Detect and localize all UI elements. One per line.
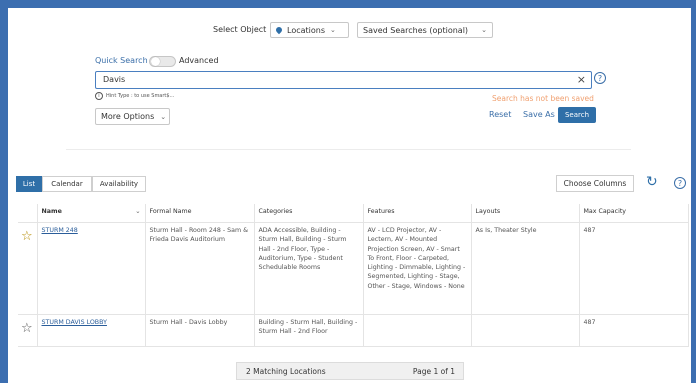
tab-list[interactable]: List [16,176,42,192]
star-outline-icon[interactable]: ☆ [21,321,33,336]
formal-name-cell: Sturm Hall - Davis Lobby [145,314,255,347]
section-divider [66,149,631,150]
object-select-value: Locations [287,25,326,35]
quick-search-link[interactable]: Quick Search [95,56,148,65]
star-filled-icon[interactable]: ☆ [21,229,33,244]
column-header-categories[interactable]: Categories [254,204,364,223]
save-as-link[interactable]: Save As [523,110,555,119]
page-indicator: Page 1 of 1 [412,367,455,376]
reset-link[interactable]: Reset [489,110,511,119]
saved-searches-value: Saved Searches (optional) [363,25,469,35]
more-options-select[interactable]: More Options ⌄ [95,108,170,125]
table-row[interactable]: ☆ STURM DAVIS LOBBY Sturm Hall - Davis L… [18,314,689,347]
location-name-link[interactable]: STURM DAVIS LOBBY [42,319,107,326]
name-cell: STURM DAVIS LOBBY [37,314,146,347]
features-cell [363,314,472,347]
choose-columns-button[interactable]: Choose Columns [556,175,634,192]
help-icon[interactable]: ? [674,177,686,189]
column-header-name[interactable]: Name ⌄ [37,204,146,223]
saved-searches-select[interactable]: Saved Searches (optional) ⌄ [357,22,493,38]
layouts-cell: As Is, Theater Style [471,222,580,315]
object-select[interactable]: Locations ⌄ [270,22,349,38]
clear-icon[interactable]: × [577,73,586,86]
pagination-bar: 2 Matching Locations Page 1 of 1 [236,362,464,380]
not-saved-text: Search has not been saved [492,94,594,103]
layouts-cell [471,314,580,347]
select-object-label: Select Object [213,25,267,34]
table-header-row: Name ⌄ Formal Name Categories Features L… [18,204,689,223]
name-cell: STURM 248 [37,222,146,315]
more-options-label: More Options [101,112,155,121]
sort-chevron-icon[interactable]: ⌄ [135,207,140,216]
refresh-icon[interactable]: ↻ [646,174,658,190]
results-table: Name ⌄ Formal Name Categories Features L… [18,204,689,347]
chevron-down-icon: ⌄ [160,112,167,121]
star-column-header [18,204,38,223]
chevron-down-icon: ⌄ [481,26,487,34]
column-header-formal-name[interactable]: Formal Name [145,204,255,223]
help-icon[interactable]: ? [594,72,606,84]
search-button[interactable]: Search [558,107,596,123]
categories-cell: ADA Accessible, Building - Sturm Hall, B… [254,222,364,315]
column-header-layouts[interactable]: Layouts [471,204,580,223]
max-capacity-cell: 487 [579,314,689,347]
toggle-knob [151,57,160,66]
table-row[interactable]: ☆ STURM 248 Sturm Hall - Room 248 - Sam … [18,222,689,315]
tab-availability[interactable]: Availability [92,176,146,192]
info-icon: i [95,92,103,100]
features-cell: AV - LCD Projector, AV - Lectern, AV - M… [363,222,472,315]
column-header-features[interactable]: Features [363,204,472,223]
search-input-value: Davis [103,75,126,84]
advanced-label[interactable]: Advanced [179,56,219,65]
hint-row: i Hint Type : to use Smart$... [95,92,174,100]
matching-count: 2 Matching Locations [246,367,326,376]
main-panel: Select Object Locations ⌄ Saved Searches… [8,8,691,383]
star-cell: ☆ [18,314,38,347]
chevron-down-icon: ⌄ [330,26,336,34]
search-input[interactable]: Davis × [95,71,592,89]
max-capacity-cell: 487 [579,222,689,315]
hint-text: Hint Type : to use Smart$... [106,93,175,99]
column-header-label: Name [41,208,62,215]
location-name-link[interactable]: STURM 248 [42,227,78,234]
location-pin-icon [274,25,284,35]
star-cell: ☆ [18,222,38,315]
tab-calendar[interactable]: Calendar [42,176,92,192]
formal-name-cell: Sturm Hall - Room 248 - Sam & Frieda Dav… [145,222,255,315]
column-header-max-capacity[interactable]: Max Capacity [579,204,689,223]
categories-cell: Building - Sturm Hall, Building - Sturm … [254,314,364,347]
search-mode-toggle[interactable] [149,56,176,67]
